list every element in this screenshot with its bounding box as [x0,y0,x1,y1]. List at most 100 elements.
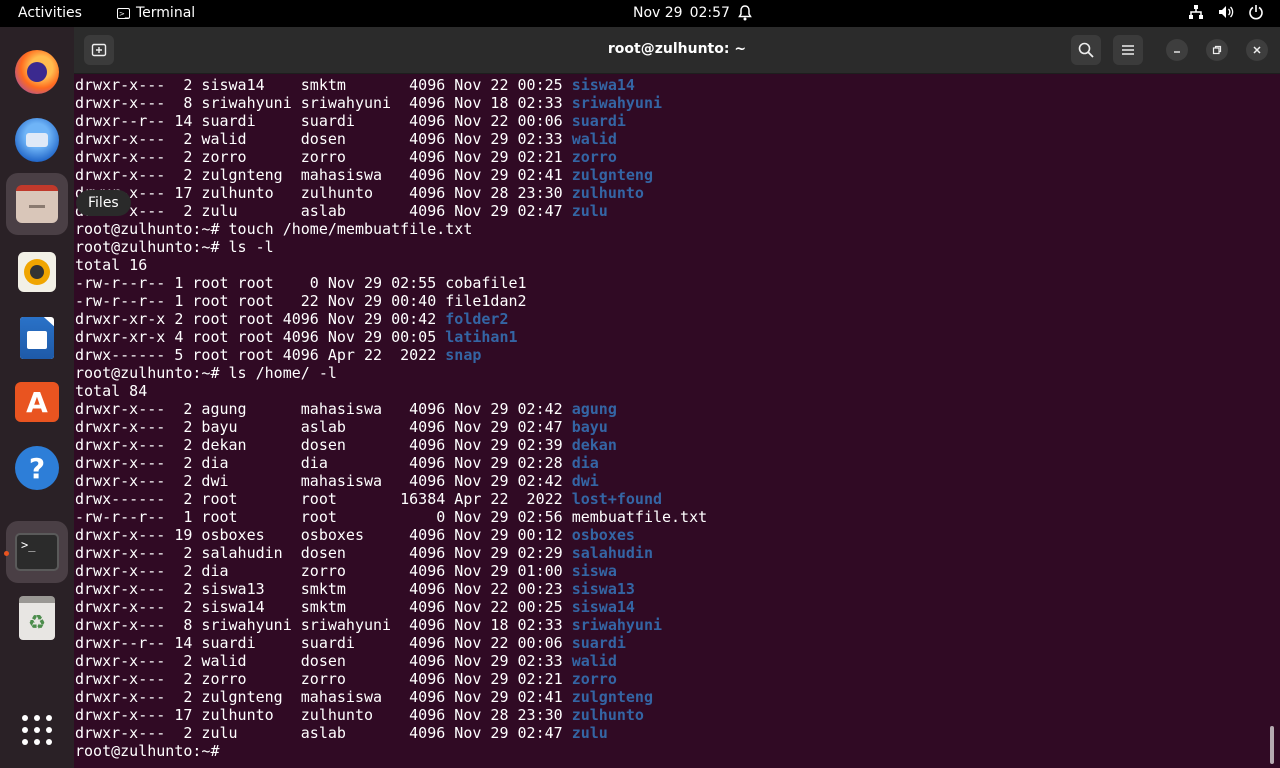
search-button[interactable] [1071,35,1101,65]
terminal-line-text: drwxr-x--- 8 sriwahyuni sriwahyuni 4096 … [75,616,572,634]
dock-terminal[interactable]: >_ [6,521,68,583]
terminal-line: root@zulhunto:~# touch /home/membuatfile… [75,220,1265,238]
terminal-line: drwx------ 5 root root 4096 Apr 22 2022 … [75,346,1265,364]
directory-name: sriwahyuni [571,94,663,112]
directory-name: zulgnteng [571,688,653,706]
terminal-line: drwxr-x--- 19 osboxes osboxes 4096 Nov 2… [75,526,1265,544]
terminal-line: drwxr-x--- 2 salahudin dosen 4096 Nov 29… [75,544,1265,562]
directory-name: zulu [571,724,608,742]
directory-name: snap [445,346,482,364]
terminal-line: drwxr-x--- 2 bayu aslab 4096 Nov 29 02:4… [75,418,1265,436]
terminal-line: drwxr-x--- 2 zulu aslab 4096 Nov 29 02:4… [75,724,1265,742]
terminal-line: -rw-r--r-- 1 root root 0 Nov 29 02:55 co… [75,274,1265,292]
thunderbird-icon [15,118,59,162]
terminal-line-text: drwxr-x--- 2 siswa14 smktm 4096 Nov 22 0… [75,76,572,94]
directory-name: zorro [571,670,617,688]
dock-thunderbird[interactable] [6,109,68,171]
activities-button[interactable]: Activities [18,5,82,21]
directory-name: sriwahyuni [571,616,663,634]
directory-name: zorro [571,148,617,166]
terminal-line: drwxr-x--- 2 siswa13 smktm 4096 Nov 22 0… [75,580,1265,598]
app-menu[interactable]: >_ Terminal [117,5,195,21]
terminal-output[interactable]: drwxr-x--- 2 siswa14 smktm 4096 Nov 22 0… [75,76,1265,766]
terminal-line: drwxr-x--- 8 sriwahyuni sriwahyuni 4096 … [75,94,1265,112]
show-apps-button[interactable] [6,699,68,761]
terminal-line-text: root@zulhunto:~# touch /home/membuatfile… [75,220,473,238]
directory-name: zulu [571,202,608,220]
directory-name: siswa13 [571,580,635,598]
terminal-line-text: total 84 [75,382,148,400]
dock-rhythmbox[interactable] [6,241,68,303]
terminal-line: drwx------ 2 root root 16384 Apr 22 2022… [75,490,1265,508]
terminal-line-text: drwxr-x--- 2 siswa14 smktm 4096 Nov 22 0… [75,598,572,616]
app-center-icon: A [15,382,59,422]
terminal-line-text: root@zulhunto:~# [75,742,229,760]
trash-icon: ♻ [19,596,55,640]
terminal-line: drwxr-x--- 2 zulu aslab 4096 Nov 29 02:4… [75,202,1265,220]
terminal-line: root@zulhunto:~# [75,742,1265,760]
directory-name: suardi [571,634,626,652]
terminal-line-text: drwxr-x--- 2 zulu aslab 4096 Nov 29 02:4… [75,724,572,742]
minimize-icon [1174,51,1180,53]
dock-files[interactable] [6,173,68,235]
terminal-line: total 16 [75,256,1265,274]
terminal-line: -rw-r--r-- 1 root root 0 Nov 29 02:56 me… [75,508,1265,526]
top-bar: Activities >_ Terminal Nov 29 02:57 [0,0,1280,27]
terminal-line: root@zulhunto:~# ls /home/ -l [75,364,1265,382]
terminal-line: total 84 [75,382,1265,400]
terminal-line-text: drwxr-x--- 2 bayu aslab 4096 Nov 29 02:4… [75,418,572,436]
terminal-line: drwxr-x--- 2 siswa14 smktm 4096 Nov 22 0… [75,76,1265,94]
terminal-line: drwxr-x--- 2 dia dia 4096 Nov 29 02:28 d… [75,454,1265,472]
maximize-button[interactable] [1206,39,1228,61]
directory-name: walid [571,130,617,148]
dock-firefox[interactable] [6,41,68,103]
terminal-line: drwxr-xr-x 2 root root 4096 Nov 29 00:42… [75,310,1265,328]
terminal-line-text: drwxr-x--- 8 sriwahyuni sriwahyuni 4096 … [75,94,572,112]
directory-name: folder2 [445,310,509,328]
terminal-line-text: root@zulhunto:~# ls -l [75,238,274,256]
terminal-line-text: drwxr-x--- 2 dia zorro 4096 Nov 29 01:00 [75,562,572,580]
clock[interactable]: Nov 29 02:57 [633,5,730,21]
terminal-line-text: drwxr-x--- 19 osboxes osboxes 4096 Nov 2… [75,526,572,544]
terminal-line-text: drwxr-x--- 17 zulhunto zulhunto 4096 Nov… [75,706,572,724]
system-tray[interactable] [1188,4,1264,24]
clock-time: 02:57 [689,5,730,21]
terminal-icon: >_ [15,533,59,571]
close-icon [1253,46,1261,54]
terminal-line-text: -rw-r--r-- 1 root root 0 Nov 29 02:55 co… [75,274,527,292]
terminal-line-text: drwxr-x--- 17 zulhunto zulhunto 4096 Nov… [75,184,572,202]
terminal-line-text: -rw-r--r-- 1 root root 0 Nov 29 02:56 me… [75,508,708,526]
app-menu-label: Terminal [136,5,196,21]
dock-libreoffice-writer[interactable] [6,307,68,369]
directory-name: siswa [571,562,617,580]
terminal-line: drwxr-x--- 2 agung mahasiswa 4096 Nov 29… [75,400,1265,418]
terminal-line: drwxr-x--- 17 zulhunto zulhunto 4096 Nov… [75,184,1265,202]
dock-tooltip: Files [76,190,131,216]
terminal-line: drwxr-x--- 17 zulhunto zulhunto 4096 Nov… [75,706,1265,724]
menu-button[interactable] [1113,35,1143,65]
terminal-line-text: drwx------ 2 root root 16384 Apr 22 2022 [75,490,572,508]
search-icon [1078,42,1094,58]
terminal-line-text: drwxr-x--- 2 walid dosen 4096 Nov 29 02:… [75,652,572,670]
terminal-line-text: total 16 [75,256,148,274]
directory-name: siswa14 [571,76,635,94]
terminal-line-text: drwxr--r-- 14 suardi suardi 4096 Nov 22 … [75,112,572,130]
terminal-line-text: drwxr-x--- 2 walid dosen 4096 Nov 29 02:… [75,130,572,148]
directory-name: zulhunto [571,706,644,724]
terminal-line-text: drwxr-x--- 2 zorro zorro 4096 Nov 29 02:… [75,670,572,688]
close-button[interactable] [1246,39,1268,61]
dock-app-center[interactable]: A [6,371,68,433]
dock-help[interactable]: ? [6,437,68,499]
minimize-button[interactable] [1166,39,1188,61]
terminal-line: drwxr-xr-x 4 root root 4096 Nov 29 00:05… [75,328,1265,346]
directory-name: bayu [571,418,608,436]
terminal-line: drwxr-x--- 2 siswa14 smktm 4096 Nov 22 0… [75,598,1265,616]
directory-name: walid [571,652,617,670]
volume-icon [1218,4,1234,24]
terminal-line: drwxr-x--- 8 sriwahyuni sriwahyuni 4096 … [75,616,1265,634]
dock-trash[interactable]: ♻ [6,587,68,649]
terminal-line-text: drwxr-x--- 2 agung mahasiswa 4096 Nov 29… [75,400,572,418]
scrollbar[interactable] [1270,726,1274,764]
directory-name: latihan1 [445,328,518,346]
terminal-line: drwxr-x--- 2 dwi mahasiswa 4096 Nov 29 0… [75,472,1265,490]
